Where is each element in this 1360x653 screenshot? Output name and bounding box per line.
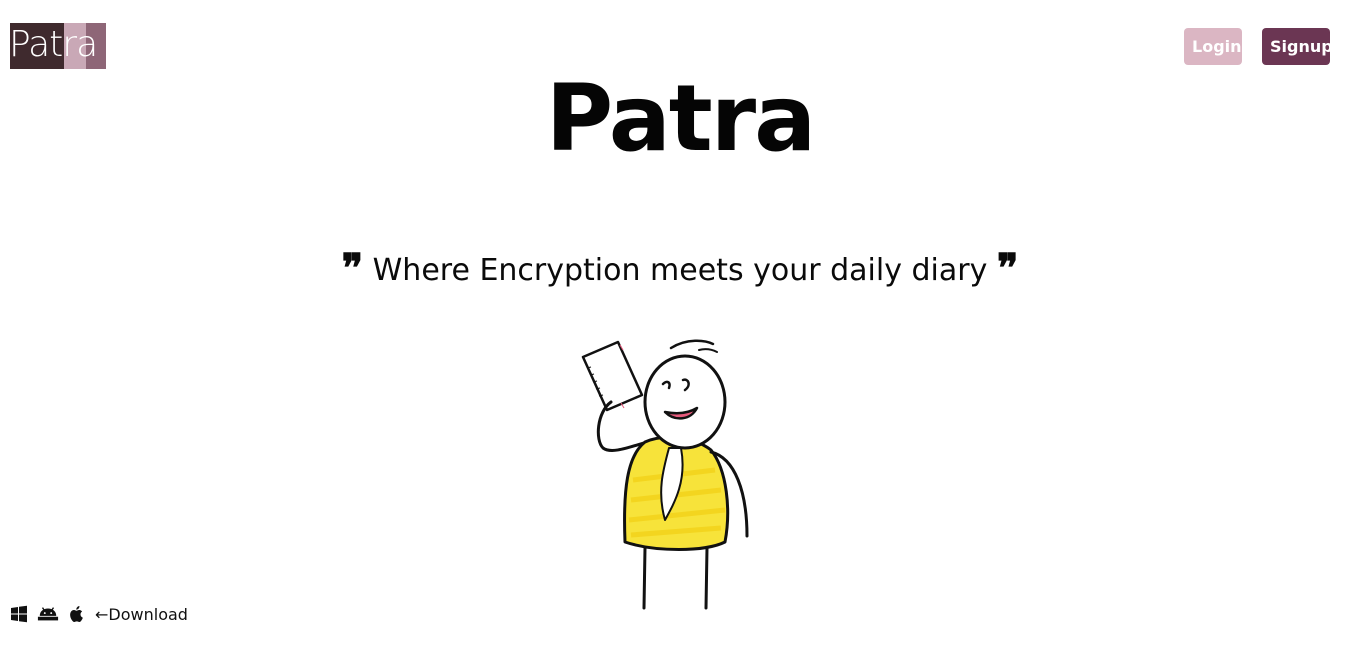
tagline-text: Where Encryption meets your daily diary: [372, 253, 988, 288]
quote-open-icon: ❞: [341, 245, 364, 292]
signup-button[interactable]: Signup: [1262, 28, 1333, 65]
android-icon[interactable]: [37, 605, 59, 623]
login-button[interactable]: Login: [1184, 28, 1242, 65]
windows-icon[interactable]: [10, 605, 28, 623]
apple-icon[interactable]: [68, 605, 86, 623]
notepad-icon: [581, 340, 644, 412]
quote-close-icon: ❞: [996, 245, 1019, 292]
hero-title: Patra: [545, 65, 816, 172]
download-link[interactable]: ←Download: [95, 605, 188, 624]
character-illustration: [581, 339, 749, 610]
page: Patra Login Signup Patra ❞ Where Encrypt…: [0, 0, 1360, 653]
tagline: ❞ Where Encryption meets your daily diar…: [0, 245, 1360, 292]
logo-text: Patra: [10, 24, 98, 65]
download-bar: ←Download: [10, 602, 188, 626]
logo[interactable]: Patra: [10, 23, 106, 69]
